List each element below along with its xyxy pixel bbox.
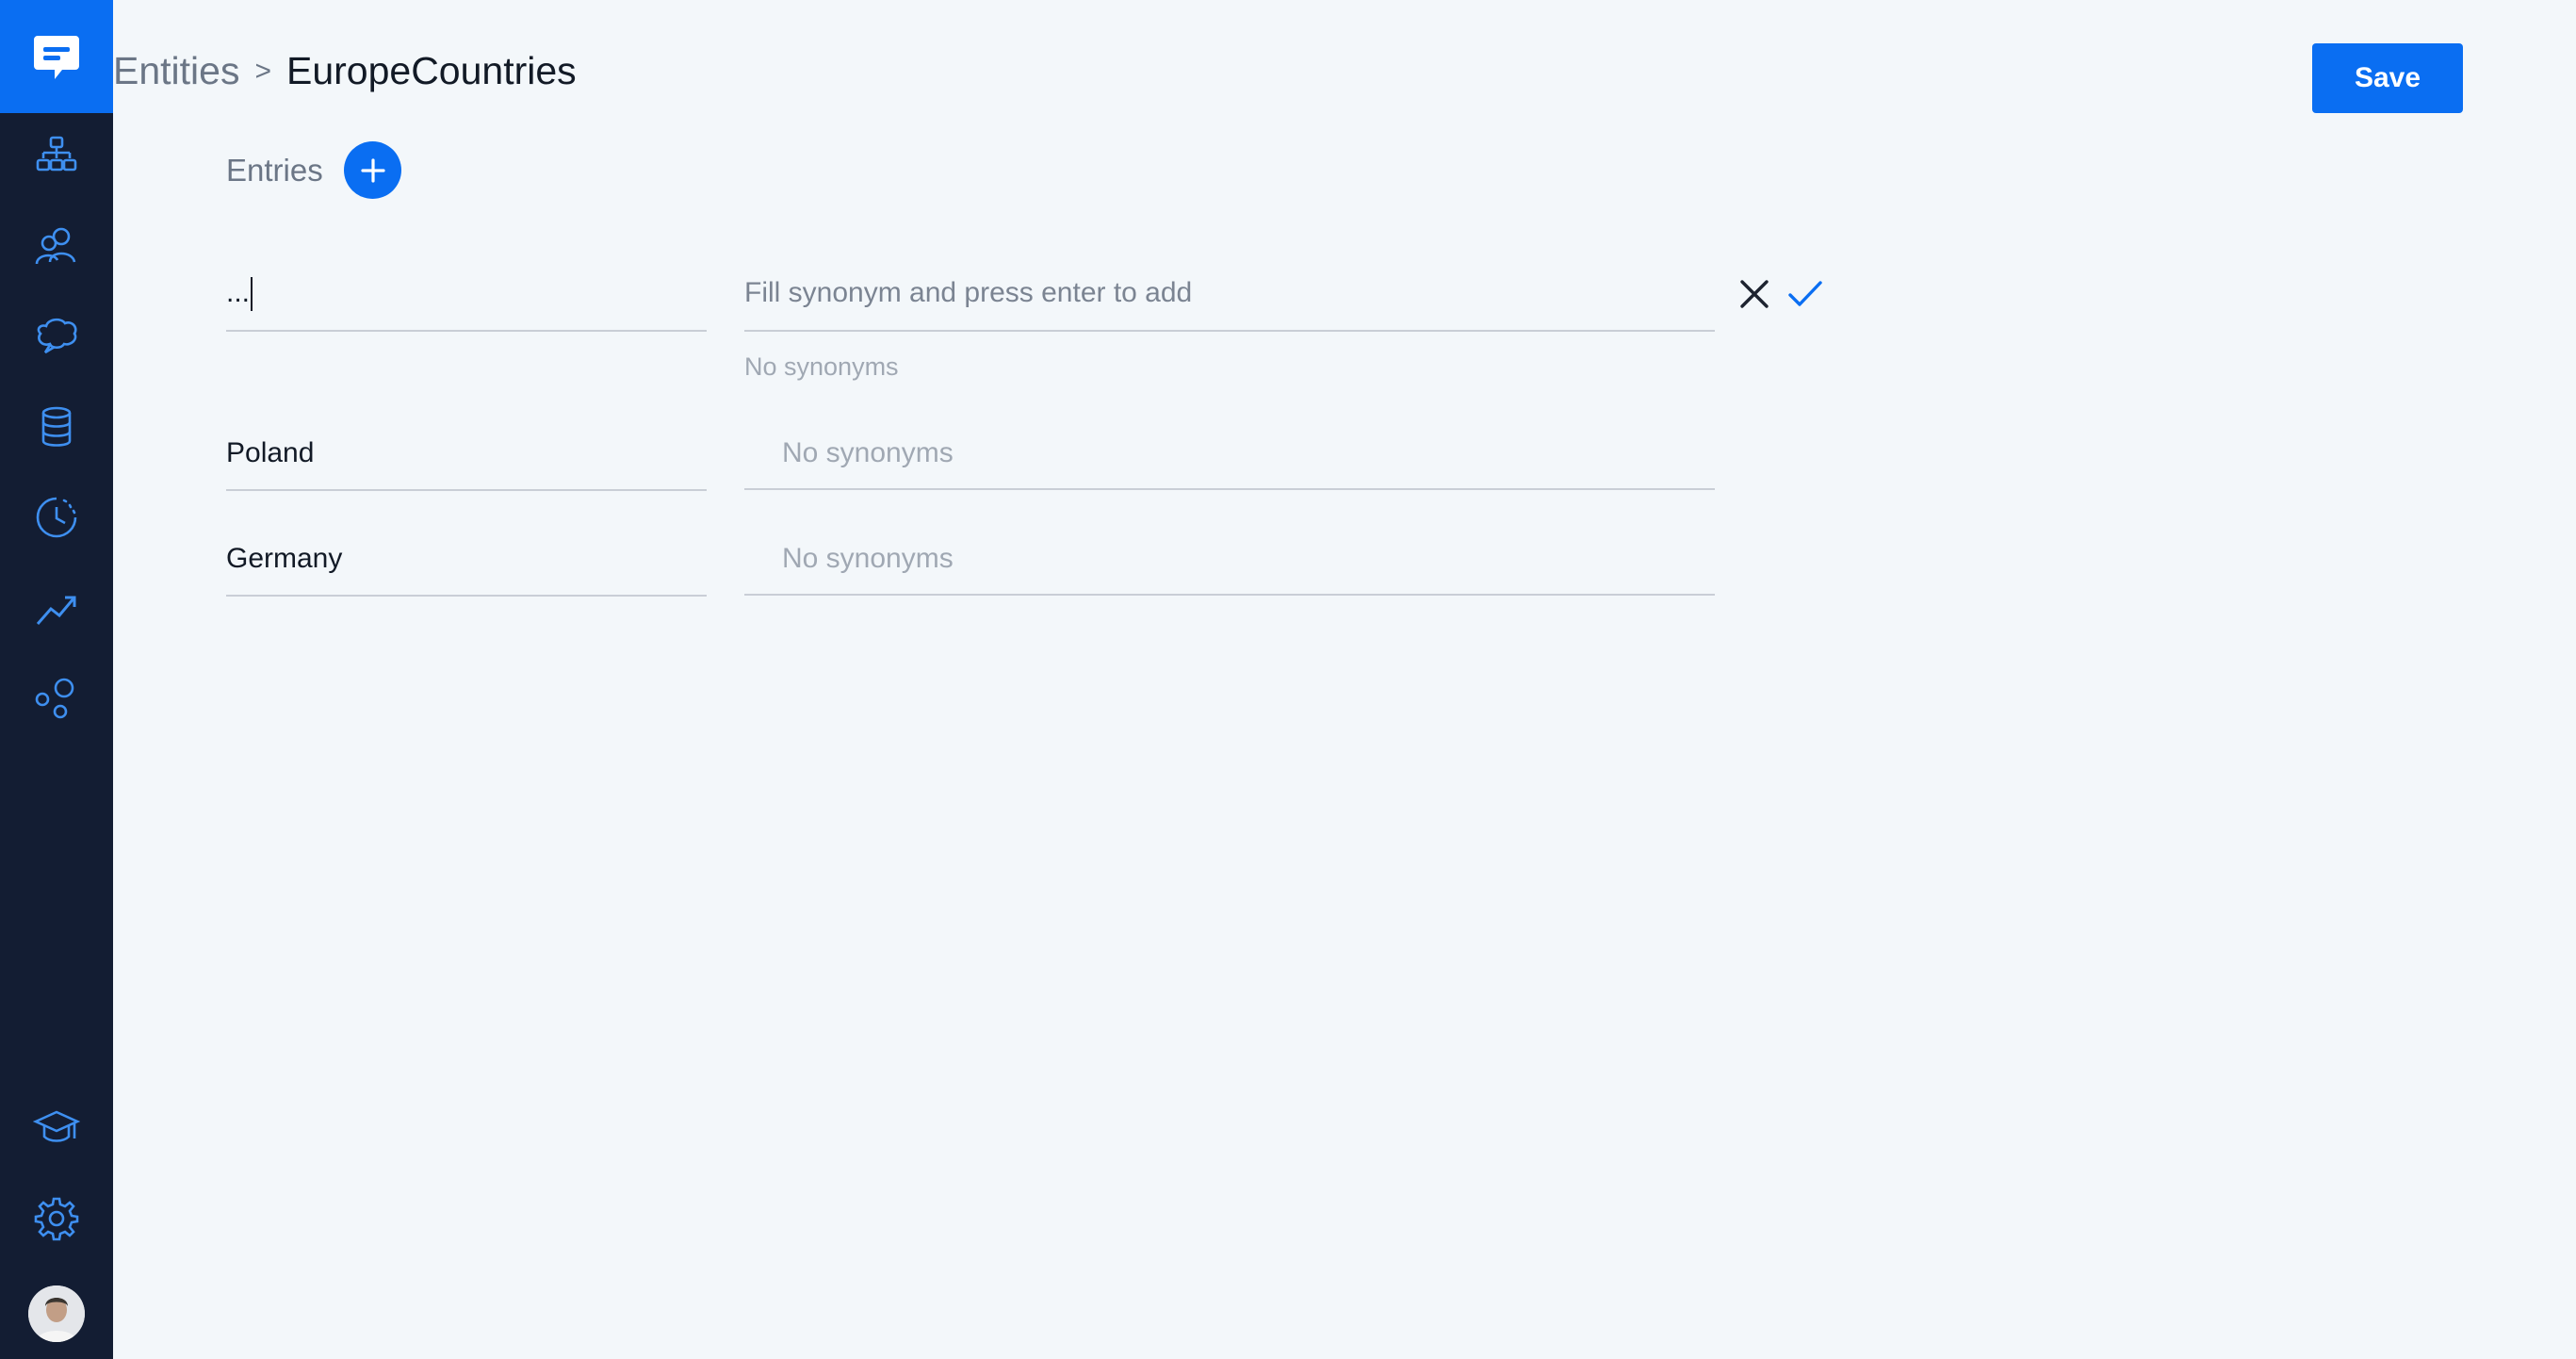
users-icon[interactable]	[28, 218, 85, 274]
entry-name-germany: Germany	[226, 543, 343, 574]
history-icon[interactable]	[28, 489, 85, 546]
breadcrumb-separator: >	[254, 55, 271, 87]
analytics-icon[interactable]	[28, 580, 85, 636]
entry-synonyms-field[interactable]: No synonyms	[744, 532, 1715, 596]
check-icon	[1788, 281, 1822, 306]
entry-synonyms-germany: No synonyms	[782, 543, 954, 574]
cancel-entry-button[interactable]	[1734, 273, 1775, 315]
new-entry-value: ...	[226, 277, 251, 308]
page-title: EuropeCountries	[285, 49, 577, 92]
entry-synonyms-poland: No synonyms	[782, 437, 954, 468]
new-entry-synonyms-note: No synonyms	[744, 352, 899, 381]
entry-name-field[interactable]: Poland	[226, 426, 707, 491]
save-button[interactable]: Save	[2312, 43, 2463, 113]
plus-icon	[360, 157, 385, 183]
entries-label: Entries	[226, 153, 323, 188]
synonym-input[interactable]: Fill synonym and press enter to add	[744, 266, 1715, 332]
close-icon	[1740, 280, 1769, 308]
synonym-input-placeholder: Fill synonym and press enter to add	[744, 277, 1193, 308]
flows-icon[interactable]	[28, 127, 85, 184]
database-icon[interactable]	[28, 399, 85, 455]
confirm-entry-button[interactable]	[1785, 273, 1826, 315]
entry-name-poland: Poland	[226, 437, 315, 468]
sidebar	[0, 0, 113, 1359]
new-entry-input[interactable]: ...	[226, 266, 707, 332]
entry-name-field[interactable]: Germany	[226, 532, 707, 597]
app-logo-icon[interactable]	[0, 0, 113, 113]
learn-icon[interactable]	[28, 1100, 85, 1156]
text-caret	[251, 277, 253, 312]
settings-icon[interactable]	[28, 1190, 85, 1247]
entry-synonyms-field[interactable]: No synonyms	[744, 426, 1715, 490]
chat-bubble-icon[interactable]	[28, 308, 85, 365]
integrations-icon[interactable]	[28, 670, 85, 727]
breadcrumb-entities-link[interactable]: Entities	[113, 49, 239, 93]
avatar[interactable]	[28, 1285, 85, 1342]
breadcrumb: Entities > EuropeCountries	[113, 49, 577, 93]
add-entry-button[interactable]	[344, 141, 401, 199]
